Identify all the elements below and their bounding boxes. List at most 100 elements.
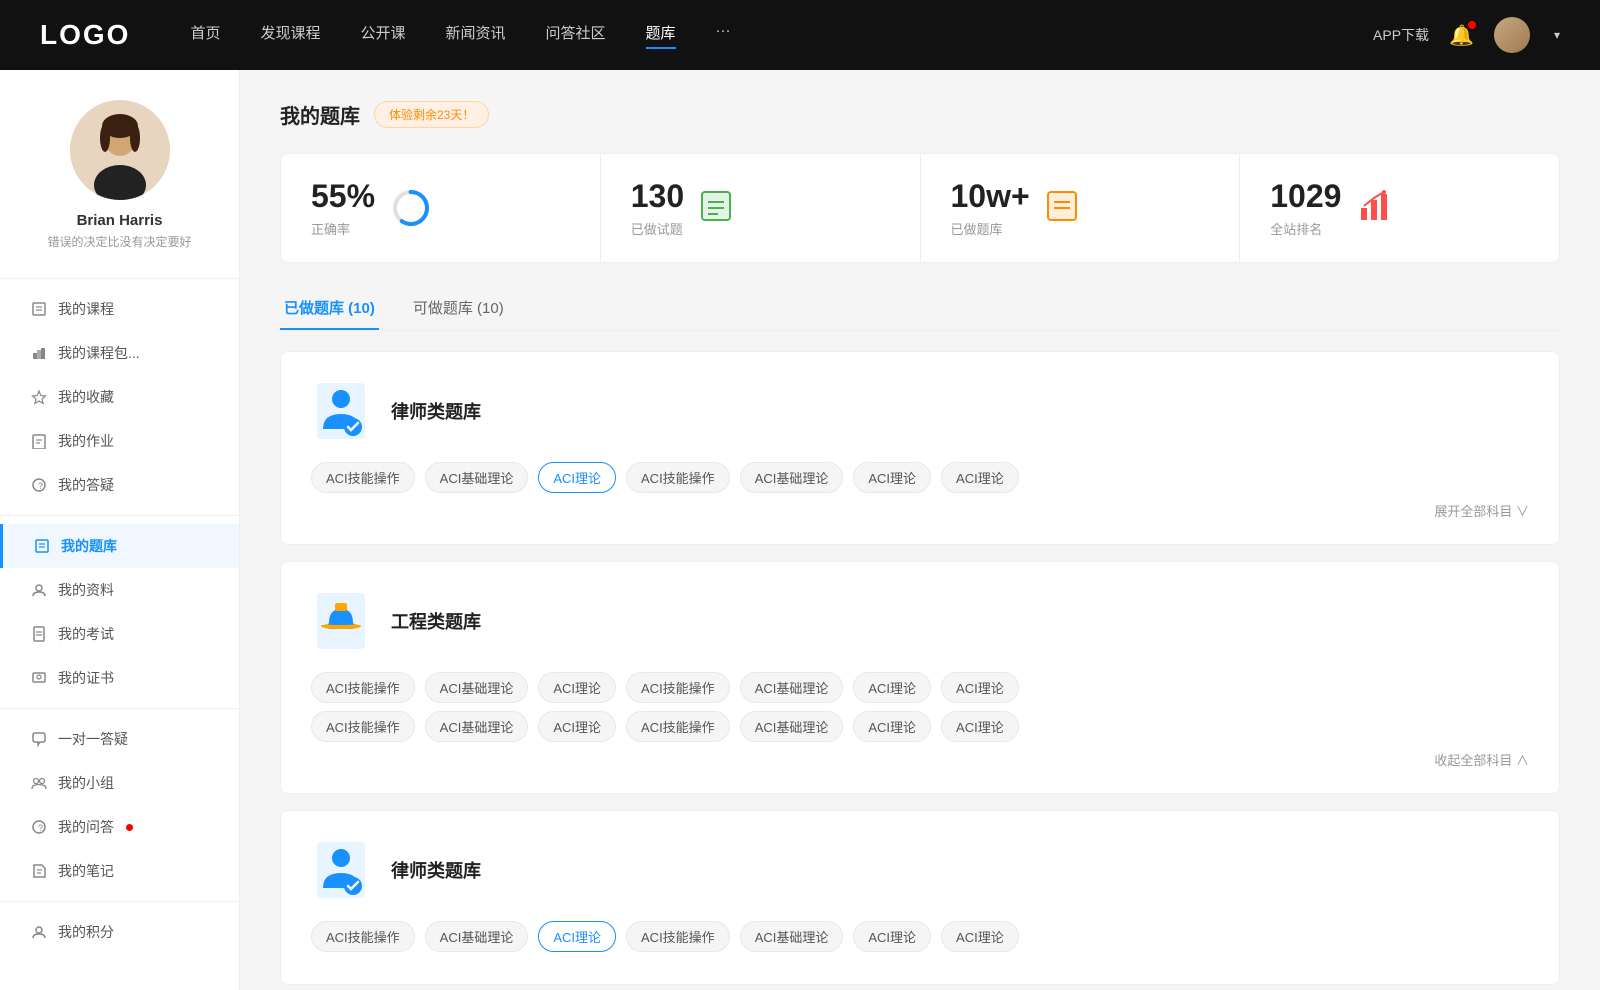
sidebar-item-my-group[interactable]: 我的小组	[0, 761, 239, 805]
divider-2	[0, 515, 239, 516]
tag-eng1-r1-6[interactable]: ACI理论	[941, 672, 1019, 703]
qbank-card-law1: 律师类题库 ACI技能操作 ACI基础理论 ACI理论 ACI技能操作 ACI基…	[280, 351, 1560, 545]
divider-4	[0, 901, 239, 902]
my-exam-icon	[30, 625, 48, 643]
answers-dot	[126, 824, 133, 831]
tag-law1-2[interactable]: ACI理论	[538, 462, 616, 493]
my-favorites-label: 我的收藏	[58, 387, 114, 407]
stats-row: 55% 正确率 130 已做试题	[280, 153, 1560, 263]
stat-done-banks-value: 10w+	[951, 178, 1030, 215]
sidebar-item-my-homework[interactable]: 我的作业	[0, 419, 239, 463]
qbank-header-law1: 律师类题库	[311, 376, 1529, 446]
tabs-row: 已做题库 (10) 可做题库 (10)	[280, 287, 1560, 331]
stat-done-questions-value: 130	[631, 178, 684, 215]
nav-link-qbank[interactable]: 题库	[646, 22, 676, 49]
my-profile-label: 我的资料	[58, 580, 114, 600]
my-courses-label: 我的课程	[58, 299, 114, 319]
sidebar-item-my-questions[interactable]: ? 我的答疑	[0, 463, 239, 507]
svg-text:?: ?	[38, 481, 43, 491]
qbank-tags-eng1-row1: ACI技能操作 ACI基础理论 ACI理论 ACI技能操作 ACI基础理论 AC…	[311, 672, 1529, 703]
expand-law1[interactable]: 展开全部科目 ∨	[311, 501, 1529, 520]
tag-law2-4[interactable]: ACI基础理论	[740, 921, 844, 952]
sidebar-item-my-notes[interactable]: 我的笔记	[0, 849, 239, 893]
app-download-button[interactable]: APP下载	[1373, 25, 1429, 45]
page-title-row: 我的题库 体验剩余23天！	[280, 100, 1560, 129]
my-answers-icon: ?	[30, 818, 48, 836]
tag-law2-6[interactable]: ACI理论	[941, 921, 1019, 952]
tag-eng1-r2-5[interactable]: ACI理论	[853, 711, 931, 742]
my-answers-label: 我的问答	[58, 817, 114, 837]
sidebar-item-my-packages[interactable]: 我的课程包...	[0, 331, 239, 375]
sidebar-item-my-qbank[interactable]: 我的题库	[0, 524, 239, 568]
tag-eng1-r1-5[interactable]: ACI理论	[853, 672, 931, 703]
qbank-icon-eng1	[311, 586, 371, 656]
done-banks-icon	[1046, 188, 1086, 228]
stat-rank-value: 1029	[1270, 178, 1341, 215]
avatar-chevron-icon[interactable]: ▾	[1554, 28, 1560, 42]
sidebar-item-my-cert[interactable]: 我的证书	[0, 656, 239, 700]
stat-done-questions: 130 已做试题	[601, 154, 921, 262]
sidebar-item-my-exam[interactable]: 我的考试	[0, 612, 239, 656]
tag-eng1-r2-4[interactable]: ACI基础理论	[740, 711, 844, 742]
tag-eng1-r1-0[interactable]: ACI技能操作	[311, 672, 415, 703]
profile-avatar	[70, 100, 170, 200]
main-content: 我的题库 体验剩余23天！ 55% 正确率 130	[240, 70, 1600, 990]
accuracy-icon	[391, 188, 431, 228]
tag-law2-1[interactable]: ACI基础理论	[425, 921, 529, 952]
tag-eng1-r1-3[interactable]: ACI技能操作	[626, 672, 730, 703]
sidebar-item-my-courses[interactable]: 我的课程	[0, 287, 239, 331]
my-favorites-icon	[30, 388, 48, 406]
tag-eng1-r2-0[interactable]: ACI技能操作	[311, 711, 415, 742]
tab-done-banks[interactable]: 已做题库 (10)	[280, 287, 379, 330]
my-qbank-icon	[33, 537, 51, 555]
tab-available-banks[interactable]: 可做题库 (10)	[409, 287, 508, 330]
username: Brian Harris	[77, 212, 163, 229]
tag-eng1-r2-6[interactable]: ACI理论	[941, 711, 1019, 742]
my-notes-label: 我的笔记	[58, 861, 114, 881]
nav-link-news[interactable]: 新闻资讯	[446, 22, 506, 49]
sidebar-item-my-favorites[interactable]: 我的收藏	[0, 375, 239, 419]
nav-link-qa[interactable]: 问答社区	[546, 22, 606, 49]
tag-law1-5[interactable]: ACI理论	[853, 462, 931, 493]
tag-law1-0[interactable]: ACI技能操作	[311, 462, 415, 493]
tag-law1-3[interactable]: ACI技能操作	[626, 462, 730, 493]
nav-link-more[interactable]: ···	[716, 22, 731, 49]
nav-link-home[interactable]: 首页	[190, 22, 220, 49]
tag-eng1-r1-2[interactable]: ACI理论	[538, 672, 616, 703]
sidebar-item-my-points[interactable]: 我的积分	[0, 910, 239, 954]
tag-eng1-r2-1[interactable]: ACI基础理论	[425, 711, 529, 742]
notification-bell[interactable]: 🔔	[1449, 23, 1474, 48]
avatar[interactable]	[1494, 17, 1530, 53]
my-exam-label: 我的考试	[58, 624, 114, 644]
tag-eng1-r2-2[interactable]: ACI理论	[538, 711, 616, 742]
nav-link-courses[interactable]: 发现课程	[260, 22, 320, 49]
tag-eng1-r1-1[interactable]: ACI基础理论	[425, 672, 529, 703]
my-group-icon	[30, 774, 48, 792]
trial-badge: 体验剩余23天！	[374, 101, 489, 128]
one-on-one-label: 一对一答疑	[58, 729, 128, 749]
tag-law2-5[interactable]: ACI理论	[853, 921, 931, 952]
qbank-icon-law1	[311, 376, 371, 446]
tag-law2-2[interactable]: ACI理论	[538, 921, 616, 952]
stat-accuracy-label: 正确率	[311, 219, 375, 238]
tag-law1-1[interactable]: ACI基础理论	[425, 462, 529, 493]
my-questions-label: 我的答疑	[58, 475, 114, 495]
tag-eng1-r1-4[interactable]: ACI基础理论	[740, 672, 844, 703]
tag-law1-4[interactable]: ACI基础理论	[740, 462, 844, 493]
tag-law2-0[interactable]: ACI技能操作	[311, 921, 415, 952]
my-group-label: 我的小组	[58, 773, 114, 793]
sidebar-item-one-on-one[interactable]: 一对一答疑	[0, 717, 239, 761]
tag-eng1-r2-3[interactable]: ACI技能操作	[626, 711, 730, 742]
sidebar: Brian Harris 错误的决定比没有决定要好 我的课程 我的课程包... …	[0, 70, 240, 990]
stat-accuracy-content: 55% 正确率	[311, 178, 375, 238]
nav-link-open[interactable]: 公开课	[360, 22, 405, 49]
logo: LOGO	[40, 19, 130, 51]
qbank-tags-eng1-row2: ACI技能操作 ACI基础理论 ACI理论 ACI技能操作 ACI基础理论 AC…	[311, 711, 1529, 742]
qbank-title-law2: 律师类题库	[391, 857, 481, 883]
stat-done-questions-content: 130 已做试题	[631, 178, 684, 238]
tag-law1-6[interactable]: ACI理论	[941, 462, 1019, 493]
collapse-eng1[interactable]: 收起全部科目 ∧	[311, 750, 1529, 769]
tag-law2-3[interactable]: ACI技能操作	[626, 921, 730, 952]
sidebar-item-my-profile[interactable]: 我的资料	[0, 568, 239, 612]
sidebar-item-my-answers[interactable]: ? 我的问答	[0, 805, 239, 849]
